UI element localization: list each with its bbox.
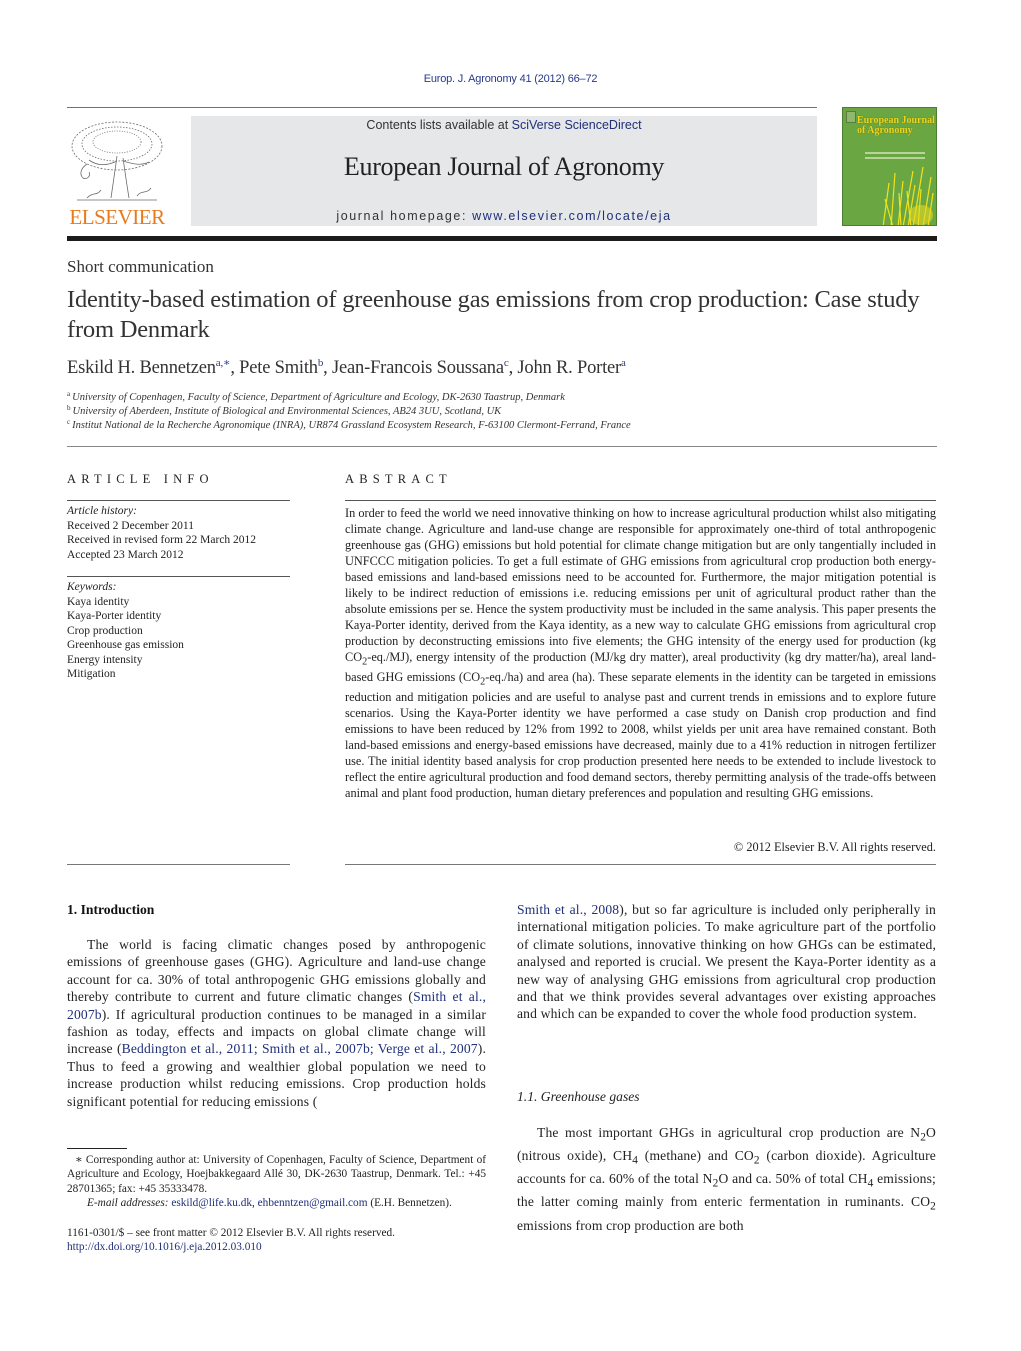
article-info-divider: [67, 500, 290, 501]
email-link[interactable]: ehbenntzen@gmail.com: [258, 1197, 368, 1209]
author[interactable]: Eskild H. Bennetzena,∗: [67, 357, 231, 378]
body-text: ), but so far agriculture is included on…: [517, 902, 936, 1022]
body-text: emissions from crop production are both: [517, 1217, 744, 1233]
paragraph: The most important GHGs in agricultural …: [517, 1124, 936, 1234]
keywords-label: Keywords:: [67, 581, 117, 593]
keywords-list: Keywords: Kaya identity Kaya-Porter iden…: [67, 580, 290, 682]
author[interactable]: John R. Portera: [517, 357, 626, 378]
header-thick-rule: [67, 236, 937, 241]
header-divider: [67, 107, 817, 108]
email-link[interactable]: eskild@life.ku.dk: [171, 1197, 252, 1209]
cover-title: European Journal of Agronomy: [857, 115, 935, 136]
affiliation: c Institut National de la Recherche Agron…: [67, 418, 631, 431]
keyword: Greenhouse gas emission: [67, 639, 184, 651]
body-text: O and ca. 50% of total CH: [718, 1171, 868, 1187]
keywords-divider: [67, 576, 290, 577]
article-title: Identity-based estimation of greenhouse …: [67, 286, 920, 343]
author-name[interactable]: John R. Porter: [517, 358, 621, 378]
body-text: (methane) and CO: [638, 1148, 754, 1164]
affiliation-mark: b: [67, 404, 71, 412]
author-name[interactable]: Jean-Francois Soussana: [332, 358, 504, 378]
body-column-right-continued: The most important GHGs in agricultural …: [517, 1124, 936, 1234]
cover-subtitle-line: [865, 157, 925, 159]
abstract-text: In order to feed the world we need innov…: [345, 506, 936, 802]
abstract-bottom-divider: [345, 864, 936, 865]
journal-title: European Journal of Agronomy: [343, 152, 665, 181]
abstract-copyright: © 2012 Elsevier B.V. All rights reserved…: [733, 840, 936, 854]
article-info-heading: ARTICLE INFO: [67, 472, 214, 486]
doi-link[interactable]: http://dx.doi.org/10.1016/j.eja.2012.03.…: [67, 1241, 262, 1253]
keyword: Crop production: [67, 624, 143, 637]
email-label: E-mail addresses:: [87, 1197, 169, 1210]
subscript: 2: [930, 1201, 936, 1214]
article-info-bottom-divider: [67, 864, 290, 865]
author-separator: ,: [230, 358, 240, 378]
affiliation-divider: [67, 446, 937, 447]
cover-subtitle-line: [865, 152, 925, 154]
paragraph: Smith et al., 2008), but so far agricult…: [517, 901, 936, 1023]
keyword: Energy intensity: [67, 653, 143, 666]
author-affiliation-mark[interactable]: a: [621, 357, 626, 369]
abstract-text-part: -eq./ha) and area (ha). These separate e…: [345, 669, 936, 801]
author[interactable]: Jean-Francois Soussanac: [332, 357, 509, 378]
reference-link[interactable]: Smith et al., 2008: [517, 902, 619, 917]
keyword: Kaya identity: [67, 595, 130, 608]
affiliation-text: Institut National de la Recherche Agrono…: [72, 420, 631, 431]
elsevier-wordmark: ELSEVIER: [69, 205, 165, 229]
affiliation: b University of Aberdeen, Institute of Bi…: [67, 404, 501, 417]
cover-grass-icon: [882, 166, 934, 225]
affiliation-text: University of Copenhagen, Faculty of Sci…: [72, 392, 565, 403]
front-matter: 1161-0301/$ – see front matter © 2012 El…: [67, 1226, 395, 1255]
article-history: Article history: Received 2 December 201…: [67, 504, 290, 562]
author-affiliation-mark[interactable]: a,∗: [216, 357, 231, 369]
article-type: Short communication: [67, 257, 214, 276]
paragraph: The world is facing climatic changes pos…: [67, 936, 486, 1110]
author-list: Eskild H. Bennetzena,∗, Pete Smithb, Jea…: [67, 356, 626, 379]
journal-homepage-link[interactable]: www.elsevier.com/locate/eja: [472, 209, 672, 223]
body-column-left: The world is facing climatic changes pos…: [67, 936, 486, 1111]
author[interactable]: Pete Smithb: [239, 357, 323, 378]
section-heading-introduction: 1. Introduction: [67, 902, 155, 917]
keyword: Kaya-Porter identity: [67, 610, 162, 622]
homepage-line: journal homepage: www.elsevier.com/locat…: [191, 209, 817, 223]
contents-line: Contents lists available at SciVerse Sci…: [191, 118, 817, 132]
corresponding-author-text: ∗ Corresponding author at: University of…: [67, 1154, 486, 1195]
affiliation-mark: a: [67, 390, 71, 398]
abstract-divider: [345, 500, 936, 501]
elsevier-tree-icon: [71, 121, 163, 201]
issn-line: 1161-0301/$ – see front matter © 2012 El…: [67, 1227, 395, 1239]
contents-prefix: Contents lists available at: [366, 118, 512, 132]
homepage-prefix: journal homepage:: [336, 209, 473, 223]
email-line: E-mail addresses: eskild@life.ku.dk, ehb…: [67, 1196, 486, 1210]
affiliation: a University of Copenhagen, Faculty of Sc…: [67, 390, 565, 403]
article-history-label: Article history:: [67, 505, 137, 517]
journal-banner: Contents lists available at SciVerse Sci…: [191, 116, 817, 226]
abstract-heading: ABSTRACT: [345, 472, 452, 486]
footnote-divider: [67, 1148, 127, 1149]
body-column-right: Smith et al., 2008), but so far agricult…: [517, 901, 936, 1023]
history-item: Received 2 December 2011: [67, 519, 194, 532]
history-item: Accepted 23 March 2012: [67, 548, 184, 561]
journal-cover-thumbnail[interactable]: European Journal of Agronomy: [842, 107, 937, 226]
author-separator: ,: [323, 358, 333, 378]
author-name[interactable]: Pete Smith: [239, 358, 318, 378]
author-name[interactable]: Eskild H. Bennetzen: [67, 358, 216, 378]
journal-citation[interactable]: Europ. J. Agronomy 41 (2012) 66–72: [0, 73, 1021, 85]
email-owner: (E.H. Bennetzen).: [367, 1197, 452, 1210]
elsevier-logo[interactable]: ELSEVIER: [67, 116, 167, 230]
affiliation-mark: c: [67, 418, 71, 426]
keyword: Mitigation: [67, 668, 116, 680]
abstract-text-part: In order to feed the world we need innov…: [345, 506, 936, 664]
affiliation-text: University of Aberdeen, Institute of Bio…: [72, 406, 502, 417]
sciencedirect-link[interactable]: SciVerse ScienceDirect: [512, 118, 642, 132]
history-item: Received in revised form 22 March 2012: [67, 534, 257, 546]
reference-link[interactable]: Beddington et al., 2011; Smith et al., 2…: [122, 1041, 478, 1056]
subsection-heading-greenhouse-gases: 1.1. Greenhouse gases: [517, 1089, 640, 1104]
corresponding-author-footnote: ∗ Corresponding author at: University of…: [67, 1153, 486, 1211]
body-text: The most important GHGs in agricultural …: [537, 1125, 921, 1140]
cover-elsevier-badge-icon: [846, 111, 856, 123]
